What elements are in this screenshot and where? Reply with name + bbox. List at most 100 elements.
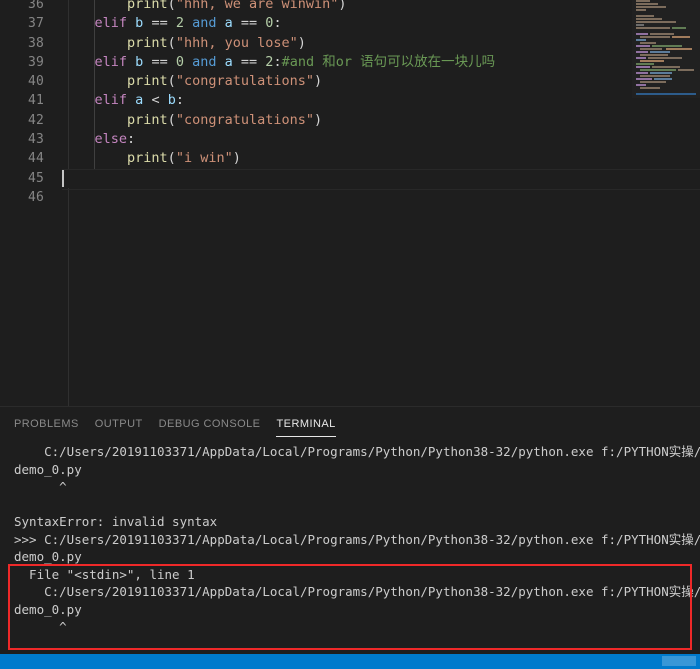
line-number: 46 xyxy=(27,189,44,205)
code-line[interactable]: 42 print("congratulations") xyxy=(0,110,700,131)
line-number: 42 xyxy=(27,112,44,128)
code-token: "congratulations" xyxy=(175,73,314,90)
line-number: 43 xyxy=(27,132,44,148)
editor-minimap[interactable] xyxy=(632,0,700,98)
line-number: 44 xyxy=(27,151,44,167)
code-line-text: print("congratulations") xyxy=(62,111,322,130)
terminal-line: C:/Users/20191103371/AppData/Local/Progr… xyxy=(14,584,700,599)
tab-debug-console[interactable]: DEBUG CONSOLE xyxy=(159,418,261,433)
bottom-panel: PROBLEMSOUTPUTDEBUG CONSOLETERMINAL 1: P… xyxy=(0,406,700,655)
vscode-window: 36 print("hhh, we are winwin") 37 elif b … xyxy=(0,0,700,669)
tab-output[interactable]: OUTPUT xyxy=(95,418,143,433)
code-token: print xyxy=(127,73,168,90)
code-token: a xyxy=(224,53,233,70)
code-token: #and 和or 语句可以放在一块儿吗 xyxy=(281,53,496,70)
code-line[interactable]: 41 elif a < b: xyxy=(0,91,700,111)
code-line[interactable]: 37 elif b == 2 and a == 0: xyxy=(0,14,700,34)
code-token: "i win" xyxy=(175,150,233,167)
code-token: and xyxy=(192,53,217,70)
code-line[interactable]: 39 elif b == 0 and a == 2:#and 和or 语句可以放… xyxy=(0,52,700,73)
code-line-text: elif a < b: xyxy=(62,91,184,110)
code-token: == xyxy=(143,53,176,70)
code-line[interactable]: 40 print("congratulations") xyxy=(0,72,700,92)
line-number: 36 xyxy=(27,0,44,12)
code-token: ( xyxy=(167,150,176,167)
code-token: ) xyxy=(297,34,306,51)
code-token: == xyxy=(232,15,266,32)
terminal-line-list: C:/Users/20191103371/AppData/Local/Progr… xyxy=(0,443,700,655)
terminal-line: ^ xyxy=(14,619,67,634)
code-token: "congratulations" xyxy=(175,111,314,128)
code-token: elif xyxy=(94,15,128,32)
code-token: ) xyxy=(338,0,347,12)
code-token: ( xyxy=(167,34,176,51)
code-token: == xyxy=(143,15,176,32)
code-lines-container: 36 print("hhh, we are winwin") 37 elif b … xyxy=(0,0,700,207)
code-line[interactable]: 46 xyxy=(0,188,700,207)
code-token: < xyxy=(143,92,168,109)
line-number: 45 xyxy=(27,170,44,186)
code-token: : xyxy=(175,92,184,109)
terminal-line: SyntaxError: invalid syntax xyxy=(14,514,218,529)
code-token: elif xyxy=(94,53,128,70)
code-token: print xyxy=(127,0,168,12)
code-line[interactable]: 45 xyxy=(0,168,700,191)
panel-header: PROBLEMS OUTPUT DEBUG CONSOLE TERMINAL xyxy=(0,407,700,443)
code-line[interactable]: 38 print("hhh, you lose") xyxy=(0,33,700,53)
panel-tab-list: PROBLEMS OUTPUT DEBUG CONSOLE TERMINAL xyxy=(0,418,352,437)
code-token: : xyxy=(273,53,282,70)
code-token: "hhh, we are winwin" xyxy=(175,0,339,12)
terminal-line: demo_0.py xyxy=(14,549,82,564)
code-token: ) xyxy=(313,73,323,90)
code-line[interactable]: 36 print("hhh, we are winwin") xyxy=(0,0,700,15)
line-number: 41 xyxy=(27,93,44,109)
code-token: 0 xyxy=(175,53,184,70)
code-token: : xyxy=(127,131,136,148)
code-token: == xyxy=(232,53,266,70)
line-number: 38 xyxy=(27,35,44,51)
terminal-line: C:/Users/20191103371/AppData/Local/Progr… xyxy=(14,444,700,459)
terminal-line: >>> C:/Users/20191103371/AppData/Local/P… xyxy=(14,531,700,547)
line-number: 37 xyxy=(27,16,44,32)
code-line-text: else: xyxy=(62,130,136,149)
text-cursor xyxy=(62,169,64,187)
code-token: else xyxy=(94,131,128,148)
code-token: ( xyxy=(167,73,176,90)
code-line[interactable]: 43 else: xyxy=(0,130,700,150)
code-line-text: print("i win") xyxy=(62,149,241,168)
code-token: ) xyxy=(313,111,323,128)
code-token: ( xyxy=(167,0,176,12)
code-token: b xyxy=(167,92,176,109)
tab-problems[interactable]: PROBLEMS xyxy=(14,418,79,433)
terminal-line: ^ xyxy=(14,479,67,494)
terminal-line: File "<stdin>", line 1 xyxy=(14,566,195,582)
code-line-text: elif b == 2 and a == 0: xyxy=(62,14,282,33)
code-line[interactable]: 44 print("i win") xyxy=(0,149,700,169)
line-number: 39 xyxy=(27,54,44,70)
code-line-text: elif b == 0 and a == 2:#and 和or 语句可以放在一块… xyxy=(62,53,496,72)
minimap-slider[interactable] xyxy=(632,0,700,98)
terminal-line: demo_0.py xyxy=(14,461,82,477)
status-bar[interactable] xyxy=(0,654,700,669)
terminal-output[interactable]: C:/Users/20191103371/AppData/Local/Progr… xyxy=(0,443,700,655)
tab-terminal[interactable]: TERMINAL xyxy=(276,418,336,437)
code-token: 2 xyxy=(175,15,184,32)
code-line-text: print("congratulations") xyxy=(62,72,322,91)
code-token: elif xyxy=(94,92,128,109)
code-token: ( xyxy=(167,111,176,128)
code-editor[interactable]: 36 print("hhh, we are winwin") 37 elif b … xyxy=(0,0,700,406)
terminal-line: demo_0.py xyxy=(14,601,82,617)
code-token: print xyxy=(127,150,168,167)
status-bar-right-item[interactable] xyxy=(662,656,696,666)
code-token: ) xyxy=(232,150,241,167)
code-token: print xyxy=(127,34,168,51)
code-token: : xyxy=(273,15,282,32)
